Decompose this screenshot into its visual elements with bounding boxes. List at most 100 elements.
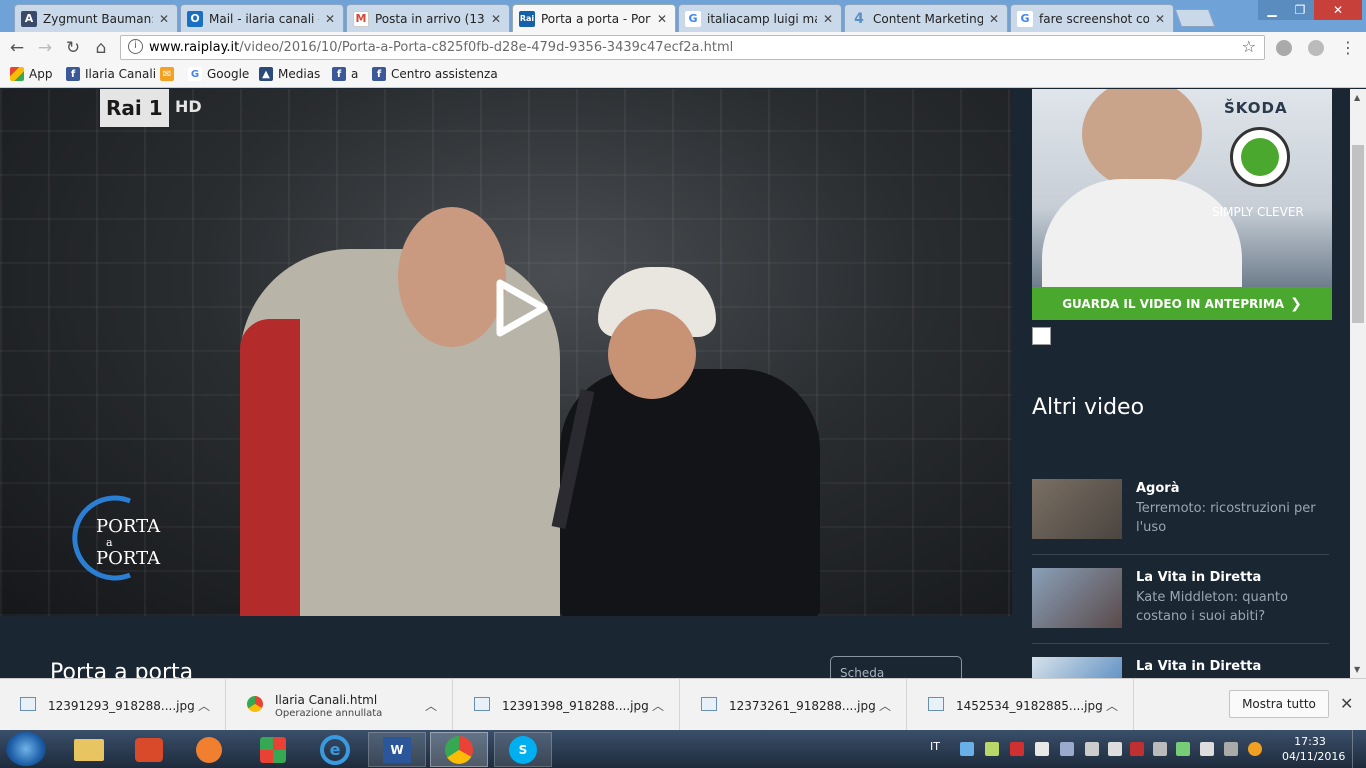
address-bar[interactable]: i www.raiplay.it/video/2016/10/Porta-a-P… [120,35,1265,60]
skoda-ad[interactable]: ŠKODA SIMPLY CLEVER [1032,89,1332,287]
list-item[interactable]: La Vita in Diretta [1032,657,1329,678]
word-icon[interactable]: W [368,732,426,767]
list-item[interactable]: Agorà Terremoto: ricostruzioni per l'uso [1032,479,1329,555]
download-item[interactable]: 1452534_9182885....jpg ︿ [908,679,1134,731]
close-window-icon[interactable]: ✕ [1314,0,1362,20]
flash-icon[interactable] [1130,742,1144,756]
bookmark-app[interactable]: App [10,67,52,81]
ad-cta-label: GUARDA IL VIDEO IN ANTEPRIMA [1062,296,1285,311]
tab-italiacamp[interactable]: G italiacamp luigi mazz ✕ [678,4,842,32]
apps-grid-icon[interactable] [244,732,302,767]
clock[interactable]: 17:33 04/11/2016 [1282,734,1345,764]
bookmark-centro-assistenza[interactable]: f Centro assistenza [372,67,498,81]
google-icon: G [685,10,701,27]
chrome-icon[interactable] [430,732,488,767]
scrollbar[interactable]: ▲ ▼ [1350,89,1366,678]
skype-icon[interactable]: S [494,732,552,767]
video-thumbnail[interactable] [1032,479,1122,539]
menu-icon[interactable]: ⋮ [1340,38,1356,57]
star-icon[interactable]: ☆ [1242,37,1256,56]
bookmark-google[interactable]: G Google [188,67,249,81]
cloud-icon[interactable] [960,742,974,756]
tab-gmail[interactable]: M Posta in arrivo (1362 ✕ [346,4,510,32]
video-thumbnail[interactable] [1032,657,1122,678]
play-icon[interactable] [494,279,548,340]
close-icon[interactable]: ✕ [987,12,1001,26]
usb-icon[interactable] [1200,742,1214,756]
info-icon[interactable]: i [128,39,143,54]
tab-content-marketing[interactable]: 4 Content Marketing: c ✕ [844,4,1008,32]
minimize-icon[interactable]: ▁ [1258,0,1286,20]
chevron-up-icon[interactable]: ︿ [198,697,210,714]
video-thumbnail[interactable] [1032,568,1122,628]
skype-extension-icon[interactable] [1276,40,1292,56]
download-item[interactable]: 12373261_918288....jpg ︿ [681,679,907,731]
reload-icon[interactable]: ↻ [62,37,84,59]
mail-icon: ✉ [160,67,174,81]
chat-icon[interactable] [985,742,999,756]
close-icon[interactable]: ✕ [821,12,835,26]
chrome-icon [247,696,263,712]
show-desktop-button[interactable] [1352,730,1366,768]
battery-icon[interactable] [1176,742,1190,756]
scrollbar-thumb[interactable] [1352,145,1364,323]
flag-icon[interactable] [1035,742,1049,756]
signal-icon[interactable] [1224,742,1238,756]
close-icon[interactable]: ✕ [323,12,337,26]
language-indicator[interactable]: IT [930,740,940,753]
media-player-icon[interactable] [180,732,238,767]
list-item[interactable]: La Vita in Diretta Kate Middleton: quant… [1032,568,1329,644]
bookmark-label: Google [207,67,250,81]
show-all-button[interactable]: Mostra tutto [1229,690,1329,718]
page-content: Rai 1 HD PORTA a PORTA Porta a porta Sch… [0,89,1350,678]
acrobat-icon[interactable] [1010,742,1024,756]
logo-line-1: PORTA [96,516,161,537]
google-icon: G [188,67,202,81]
update-icon[interactable] [1248,742,1262,756]
bookmark-mail[interactable]: ✉ [160,67,179,81]
media-center-icon[interactable] [120,732,178,767]
download-item[interactable]: 12391398_918288....jpg ︿ [454,679,680,731]
tab-mail[interactable]: O Mail - ilaria canali - O ✕ [180,4,344,32]
close-icon[interactable]: ✕ [1340,694,1353,713]
reporter-face [608,309,696,399]
scroll-up-icon[interactable]: ▲ [1354,93,1360,102]
back-icon[interactable]: ← [6,37,28,59]
chevron-up-icon[interactable]: ︿ [1106,697,1118,714]
close-icon[interactable]: ✕ [489,12,503,26]
hd-badge: HD [175,97,202,116]
download-item[interactable]: Ilaria Canali.html Operazione annullata … [227,679,453,731]
close-icon[interactable]: ✕ [157,12,171,26]
ad-cta-button[interactable]: GUARDA IL VIDEO IN ANTEPRIMA ❯ [1032,287,1332,320]
maximize-icon[interactable]: ❐ [1286,0,1314,20]
chevron-up-icon[interactable]: ︿ [879,697,891,714]
volume-icon[interactable] [1108,742,1122,756]
network-icon[interactable] [1085,742,1099,756]
close-icon[interactable]: ✕ [655,12,669,26]
close-icon[interactable]: ✕ [1153,12,1167,26]
file-explorer-icon[interactable] [60,732,118,767]
ad-shirt [1042,179,1242,287]
internet-explorer-icon[interactable]: e [306,732,364,767]
download-item[interactable]: 12391293_918288....jpg ︿ [0,679,226,731]
scheda-programma-button[interactable]: Scheda programma [830,656,962,678]
dropbox-icon[interactable] [1060,742,1074,756]
video-player[interactable]: Rai 1 HD PORTA a PORTA [0,89,1012,616]
new-tab-button[interactable] [1174,9,1216,27]
tab-zygmunt-bauman[interactable]: A Zygmunt Bauman: "I ✕ [14,4,178,32]
chevron-up-icon[interactable]: ︿ [425,697,437,714]
keyboard-icon[interactable] [1153,742,1167,756]
red-sleeve [240,319,300,616]
bookmark-medias[interactable]: ▲ Medias [259,67,320,81]
url-text: www.raiplay.it/video/2016/10/Porta-a-Por… [149,40,733,55]
start-button[interactable] [6,732,46,766]
bookmark-ilaria-canali[interactable]: f Ilaria Canali [66,67,156,81]
tab-fare-screenshot[interactable]: G fare screenshot con ✕ [1010,4,1174,32]
scroll-down-icon[interactable]: ▼ [1354,665,1360,674]
bookmark-a[interactable]: f a [332,67,358,81]
forward-icon[interactable]: → [34,37,56,59]
home-icon[interactable]: ⌂ [90,37,112,59]
extension-icon[interactable] [1308,40,1324,56]
chevron-up-icon[interactable]: ︿ [652,697,664,714]
tab-porta-a-porta[interactable]: Rai Porta a porta - Porta ✕ [512,4,676,32]
